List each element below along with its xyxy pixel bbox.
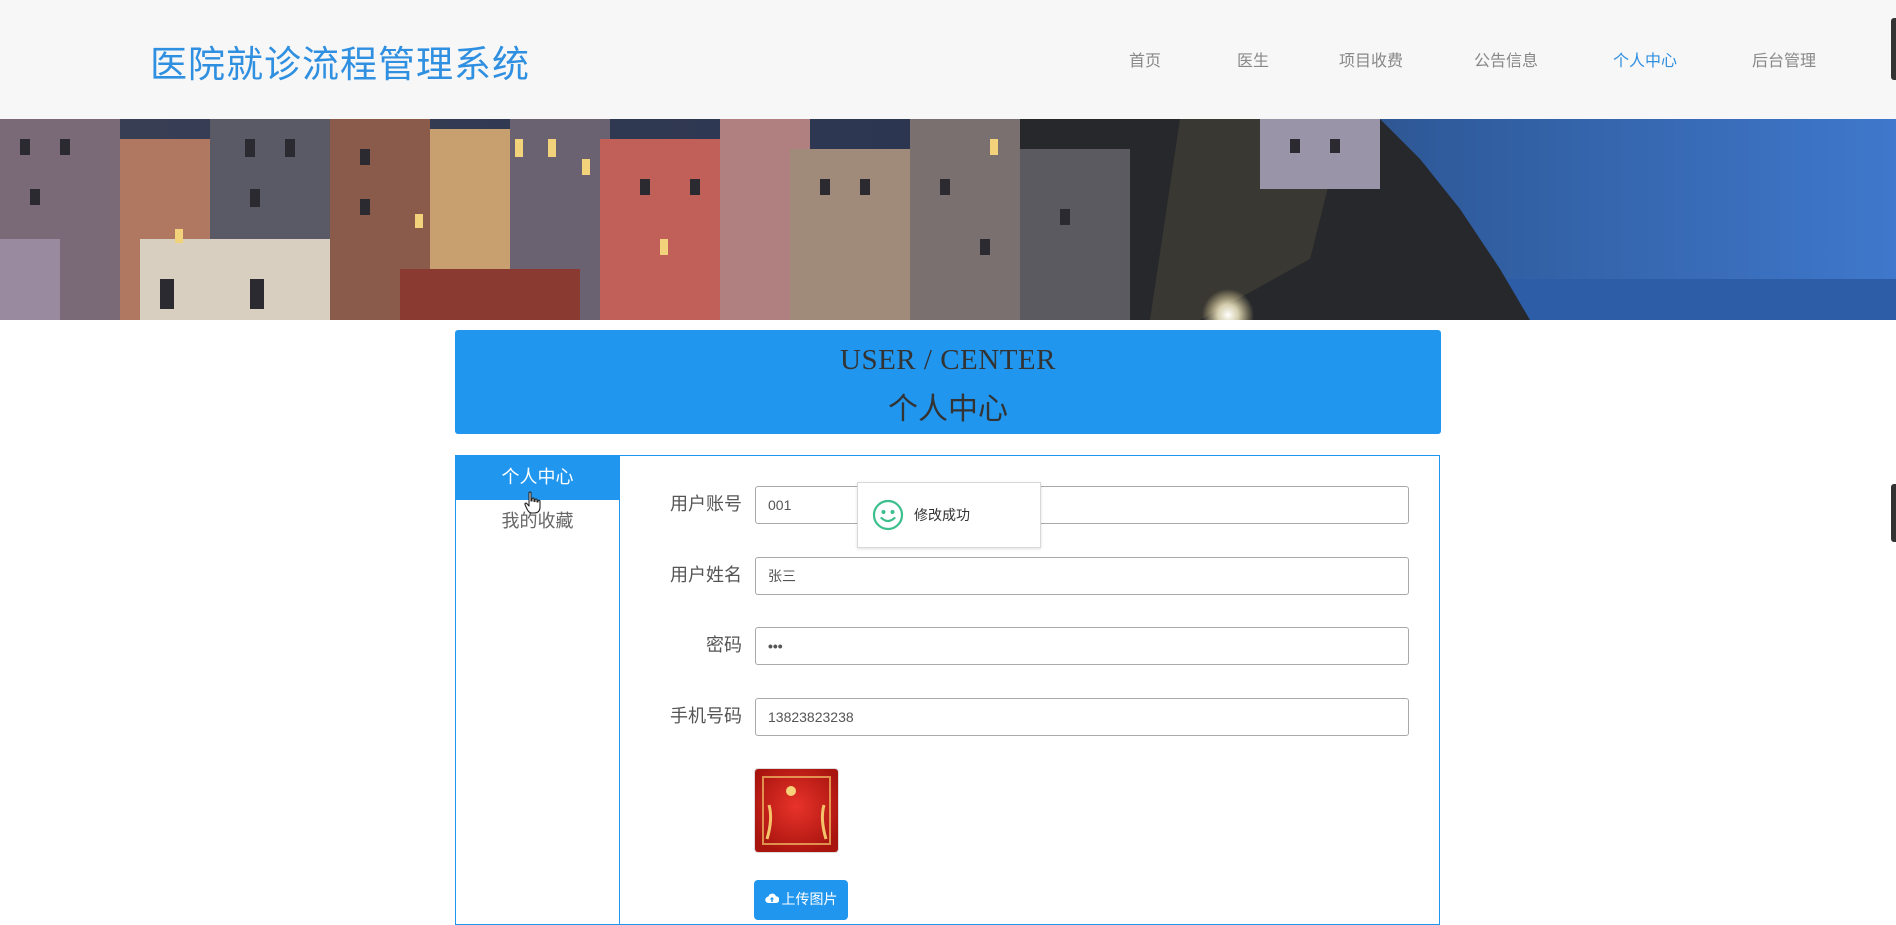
field-label-phone: 手机号码 xyxy=(670,706,742,727)
phone-input[interactable]: 13823823238 xyxy=(755,698,1409,736)
scroll-edge-marker xyxy=(1891,484,1896,542)
user-center-heading: USER / CENTER 个人中心 xyxy=(455,330,1441,434)
account-input[interactable]: 001 xyxy=(755,486,1409,524)
scroll-edge-marker xyxy=(1891,18,1896,80)
password-input[interactable]: ••• xyxy=(755,627,1409,665)
avatar-image xyxy=(754,768,839,853)
nav-admin[interactable]: 后台管理 xyxy=(1752,47,1816,71)
success-toast: 修改成功 xyxy=(857,482,1041,548)
field-label-name: 用户姓名 xyxy=(670,565,742,586)
field-label-account: 用户账号 xyxy=(670,494,742,515)
toast-message: 修改成功 xyxy=(914,508,970,524)
nav-home[interactable]: 首页 xyxy=(1129,47,1161,71)
top-header: 医院就诊流程管理系统 首页 医生 项目收费 公告信息 个人中心 后台管理 xyxy=(0,0,1896,120)
cloud-upload-icon xyxy=(764,880,779,920)
nav-doctor[interactable]: 医生 xyxy=(1237,47,1269,71)
heading-chinese: 个人中心 xyxy=(888,392,1008,427)
upload-button-label: 上传图片 xyxy=(781,892,838,908)
upload-image-button[interactable]: 上传图片 xyxy=(754,880,848,920)
heading-english: USER / CENTER xyxy=(840,344,1056,376)
name-input[interactable]: 张三 xyxy=(755,557,1409,595)
nav-personal-center[interactable]: 个人中心 xyxy=(1613,47,1677,71)
field-label-password: 密码 xyxy=(706,635,742,656)
sidebar: 个人中心 我的收藏 xyxy=(456,456,620,924)
hand-pointer-cursor xyxy=(524,491,542,515)
site-title[interactable]: 医院就诊流程管理系统 xyxy=(150,34,530,88)
nav-project-fees[interactable]: 项目收费 xyxy=(1339,47,1403,71)
nav-announcements[interactable]: 公告信息 xyxy=(1474,47,1538,71)
smile-icon xyxy=(872,499,904,531)
banner-image xyxy=(0,119,1896,320)
